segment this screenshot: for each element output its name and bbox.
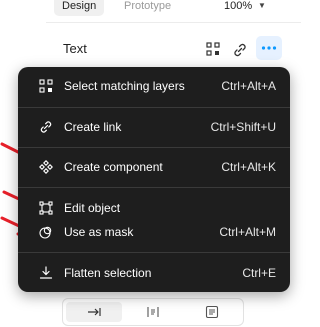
menu-item-label: Edit object: [64, 201, 121, 215]
more-options-button[interactable]: [256, 36, 282, 60]
menu-divider: [18, 107, 290, 108]
section-title: Text: [63, 41, 87, 56]
menu-item-shortcut: Ctrl+Alt+A: [221, 79, 276, 93]
menu-divider: [18, 147, 290, 148]
menu-item-use-as-mask[interactable]: Use as mask Ctrl+Alt+M: [18, 221, 290, 243]
menu-item-label: Flatten selection: [64, 266, 152, 280]
link-icon: [40, 121, 52, 133]
tab-design[interactable]: Design: [54, 0, 105, 16]
link-icon[interactable]: [230, 40, 250, 60]
chevron-down-icon[interactable]: ▼: [258, 0, 266, 14]
select-matching-icon: [39, 79, 53, 93]
component-icon: [39, 160, 53, 174]
arrow-right-bar-icon: [88, 308, 101, 316]
align-center-button[interactable]: [125, 302, 181, 322]
align-left-button[interactable]: [66, 302, 122, 322]
menu-item-label: Create component: [64, 160, 163, 174]
grid-icon[interactable]: [204, 40, 224, 60]
menu-item-edit-object[interactable]: Edit object: [18, 197, 290, 219]
menu-item-create-link[interactable]: Create link Ctrl+Shift+U: [18, 116, 290, 138]
menu-divider: [18, 187, 290, 188]
edit-object-icon: [39, 201, 53, 215]
menu-item-shortcut: Ctrl+E: [242, 266, 276, 280]
text-block-icon: [205, 305, 219, 319]
menu-item-label: Create link: [64, 120, 122, 134]
menu-item-shortcut: Ctrl+Alt+M: [219, 225, 276, 239]
text-section-header: Text: [46, 34, 301, 64]
menu-item-shortcut: Ctrl+Shift+U: [210, 120, 276, 134]
zoom-level[interactable]: 100%: [224, 0, 252, 16]
more-options-menu: Select matching layers Ctrl+Alt+A Create…: [18, 67, 290, 292]
menu-item-select-matching-layers[interactable]: Select matching layers Ctrl+Alt+A: [18, 75, 290, 97]
ellipsis-icon: [261, 46, 277, 50]
menu-item-flatten-selection[interactable]: Flatten selection Ctrl+E: [18, 262, 290, 284]
menu-item-label: Use as mask: [64, 225, 134, 239]
mask-icon: [39, 226, 52, 239]
menu-item-shortcut: Ctrl+Alt+K: [221, 160, 276, 174]
text-alignment-control: [62, 298, 244, 326]
menu-item-create-component[interactable]: Create component Ctrl+Alt+K: [18, 156, 290, 178]
panel-tabs: Design Prototype 100% ▼: [46, 0, 301, 23]
tab-prototype[interactable]: Prototype: [124, 0, 171, 16]
text-center-icon: [147, 307, 159, 317]
flatten-icon: [39, 266, 53, 279]
menu-divider: [18, 252, 290, 253]
text-block-button[interactable]: [184, 302, 240, 322]
menu-item-label: Select matching layers: [64, 79, 185, 93]
